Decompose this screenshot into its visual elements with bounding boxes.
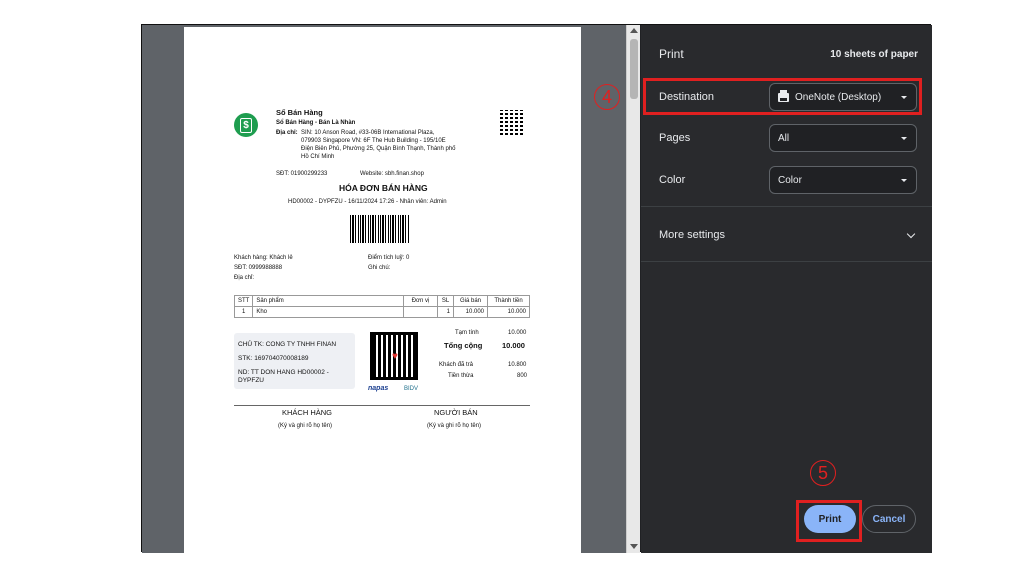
store-qr-code — [500, 110, 525, 135]
address-line: Điện Biên Phủ, Phường 25, Quận Bình Thạn… — [301, 146, 456, 152]
scroll-thumb[interactable] — [630, 39, 638, 99]
dialog-title: Print — [659, 47, 684, 61]
signature-divider — [234, 405, 530, 406]
table-cell — [403, 306, 438, 318]
color-label: Color — [659, 174, 686, 186]
address-label: Địa chỉ: — [276, 130, 298, 136]
column-header: Đơn vị — [403, 295, 438, 307]
more-settings-toggle[interactable]: More settings — [659, 229, 725, 241]
loyalty-points: Điểm tích luỹ: 0 — [368, 255, 410, 261]
store-phone: SĐT: 01900299233 — [276, 171, 328, 177]
chevron-down-icon[interactable] — [906, 229, 916, 239]
column-header: SL — [437, 295, 454, 307]
cancel-button[interactable]: Cancel — [862, 505, 916, 533]
paid-value: 10.800 — [508, 362, 527, 368]
invoice-meta: HD00002 - DYPFZU - 16/11/2024 17:26 - Nh… — [288, 199, 447, 205]
subtotal-value: 10.000 — [508, 330, 527, 336]
table-cell: 10.000 — [453, 306, 488, 318]
address-line: 079903 Singapore VN: 6F The Hub Building… — [301, 138, 446, 144]
table-header: STT Sản phẩm Đơn vị SL Giá bán Thành tiề… — [233, 295, 530, 307]
napas-logo: napas — [368, 385, 389, 392]
sign-seller-title: NGƯỜI BÁN — [434, 408, 478, 417]
bank-account: STK: 169704070008189 — [238, 355, 309, 362]
bank-note: ND: TT DON HANG HD00002 - DYPFZU — [238, 369, 329, 384]
change-label: Tiền thừa — [448, 373, 474, 379]
subtotal-label: Tạm tính — [455, 330, 479, 336]
preview-scrollbar[interactable] — [626, 25, 640, 553]
table-cell: 10.000 — [487, 306, 530, 318]
table-row: 1 Kho 1 10.000 10.000 — [233, 306, 530, 318]
column-header: STT — [233, 295, 254, 307]
sign-customer-note: (Ký và ghi rõ họ tên) — [278, 423, 333, 429]
column-header: Giá bán — [453, 295, 488, 307]
print-preview: $ Sổ Bán Hàng Sổ Bán Hàng - Bán Là Nhàn … — [142, 25, 626, 553]
step-5-marker: 5 — [810, 460, 836, 486]
store-subtitle: Sổ Bán Hàng - Bán Là Nhàn — [276, 120, 356, 126]
section-divider — [641, 261, 932, 262]
customer-address: Địa chỉ: — [234, 275, 255, 281]
step-4-marker: 4 — [594, 84, 620, 110]
pages-value: All — [778, 132, 790, 144]
sheet-count: 10 sheets of paper — [830, 49, 918, 60]
store-website: Website: sbh.finan.shop — [360, 171, 424, 177]
chevron-down-icon — [901, 137, 907, 140]
sign-seller-note: (Ký và ghi rõ họ tên) — [427, 423, 482, 429]
customer-phone: SĐT: 0999988888 — [234, 265, 283, 271]
customer-name: Khách hàng: Khách lẻ — [234, 255, 293, 261]
pages-select[interactable]: All — [769, 124, 917, 152]
destination-highlight-box — [643, 78, 922, 115]
bank-owner: CHỦ TK: CONG TY TNHH FINAN — [238, 341, 337, 348]
chevron-down-icon — [901, 179, 907, 182]
address-line: Hồ Chí Minh — [301, 154, 335, 160]
color-select[interactable]: Color — [769, 166, 917, 194]
change-value: 800 — [517, 373, 528, 379]
store-logo: $ — [234, 113, 258, 137]
address-line: SIN: 10 Anson Road, #33-06B Internationa… — [301, 130, 435, 136]
invoice-barcode — [350, 215, 410, 243]
invoice-title: HÓA ĐƠN BÁN HÀNG — [339, 183, 428, 193]
table-cell: 1 — [437, 306, 454, 318]
section-divider — [641, 206, 932, 207]
store-name: Sổ Bán Hàng — [276, 108, 323, 117]
table-cell: Kho — [252, 306, 404, 318]
total-label: Tổng cộng — [444, 341, 483, 350]
scroll-down-arrow-icon[interactable] — [630, 544, 638, 549]
order-note: Ghi chú: — [368, 265, 391, 271]
color-value: Color — [778, 174, 802, 186]
total-value: 10.000 — [502, 341, 525, 350]
receipt-page: $ Sổ Bán Hàng Sổ Bán Hàng - Bán Là Nhàn … — [184, 27, 581, 553]
print-highlight-box — [796, 500, 862, 542]
items-table: STT Sản phẩm Đơn vị SL Giá bán Thành tiề… — [233, 295, 530, 318]
bank-info-box: CHỦ TK: CONG TY TNHH FINAN STK: 16970407… — [234, 333, 355, 389]
column-header: Thành tiền — [487, 295, 530, 307]
bidv-logo: BIDV — [404, 386, 419, 392]
column-header: Sản phẩm — [252, 295, 404, 307]
sign-customer-title: KHÁCH HÀNG — [282, 408, 333, 417]
scroll-up-arrow-icon[interactable] — [630, 28, 638, 33]
pages-label: Pages — [659, 132, 691, 144]
paid-label: Khách đã trả — [439, 362, 474, 368]
heart-icon: ♥ — [392, 351, 398, 362]
table-cell: 1 — [233, 306, 254, 318]
